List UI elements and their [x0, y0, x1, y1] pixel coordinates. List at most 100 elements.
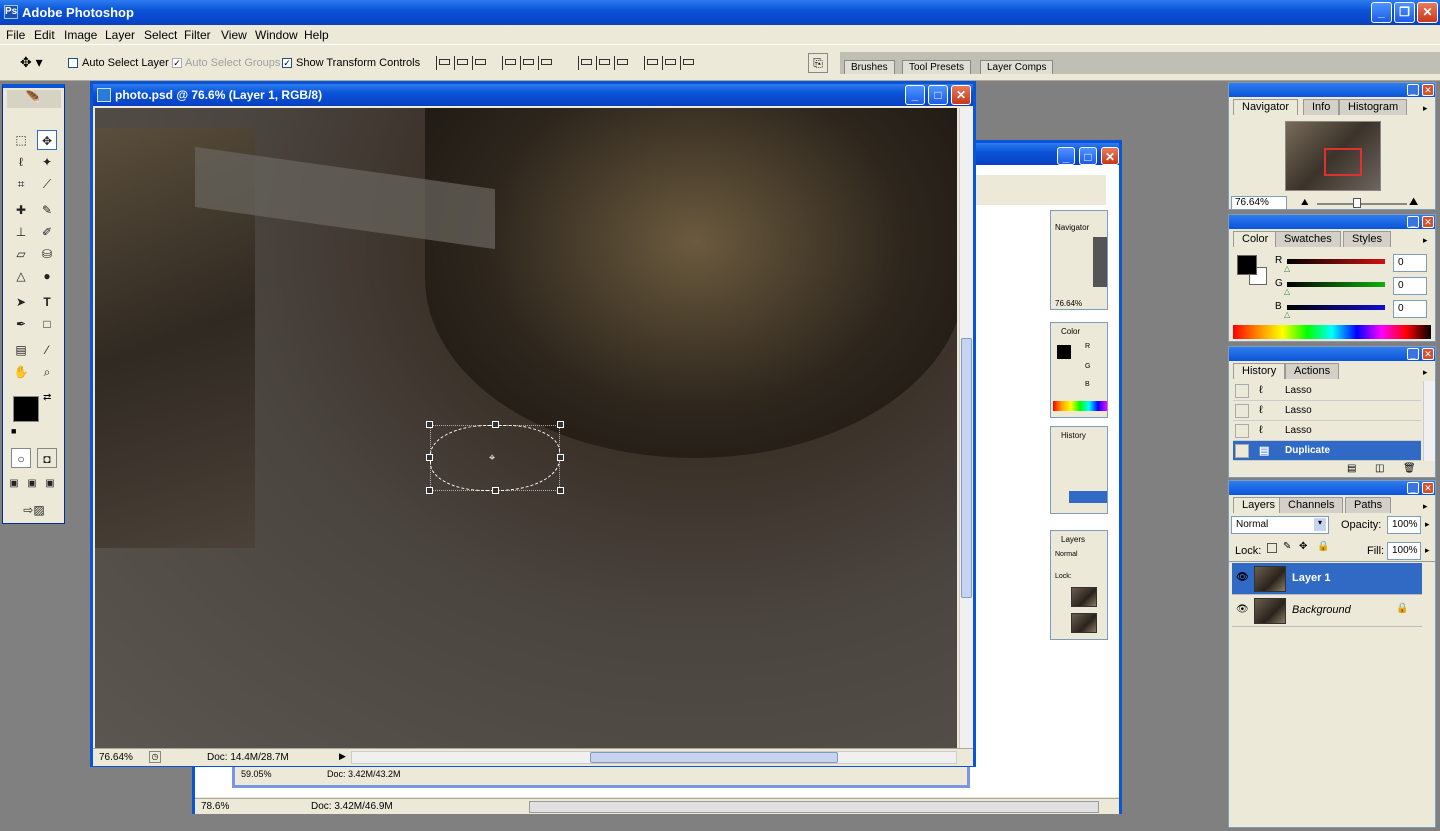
menu-layer[interactable]: Layer — [105, 28, 135, 42]
color-r-value-field[interactable]: 0 — [1393, 254, 1427, 272]
mini-background-thumbnail[interactable] — [1071, 613, 1097, 633]
blur-tool-icon[interactable]: △ — [11, 266, 31, 286]
navigator-zoom-slider-thumb[interactable] — [1353, 198, 1361, 208]
lock-paint-icon[interactable]: ✎ — [1283, 541, 1291, 552]
zoom-out-icon[interactable]: ⛰ — [1301, 197, 1309, 208]
clone-stamp-tool-icon[interactable]: ⊥ — [11, 222, 31, 242]
tab-channels[interactable]: Channels — [1279, 497, 1344, 513]
jump-to-imageready-icon[interactable]: ⇨▨ — [11, 500, 57, 520]
quick-mask-mode-icon[interactable]: ◘ — [37, 448, 57, 468]
layers-minimize-button[interactable]: _ — [1407, 482, 1419, 494]
history-item[interactable]: ℓ Lasso — [1233, 401, 1421, 421]
crop-tool-icon[interactable]: ⌗ — [11, 174, 31, 194]
color-r-slider-thumb[interactable]: △ — [1284, 264, 1290, 273]
lock-position-icon[interactable]: ✥ — [1299, 541, 1307, 552]
history-source-checkbox[interactable] — [1235, 424, 1249, 438]
layer-name[interactable]: Layer 1 — [1292, 572, 1331, 584]
lock-transparency-icon[interactable] — [1267, 543, 1277, 553]
restore-button[interactable]: ❐ — [1394, 2, 1415, 23]
color-g-value-field[interactable]: 0 — [1393, 277, 1427, 295]
rectangle-tool-icon[interactable]: □ — [37, 314, 57, 334]
transform-handle-bottom[interactable] — [492, 487, 499, 494]
history-source-checkbox[interactable] — [1235, 384, 1249, 398]
distribute-left-icon[interactable] — [644, 56, 658, 70]
color-foreground-swatch[interactable] — [1237, 255, 1257, 275]
close-button[interactable]: ✕ — [1417, 2, 1438, 23]
document-maximize-button[interactable]: □ — [928, 85, 948, 105]
layers-close-button[interactable]: ✕ — [1422, 482, 1434, 494]
history-source-checkbox[interactable] — [1235, 404, 1249, 418]
align-top-icon[interactable] — [436, 56, 450, 70]
brush-tool-icon[interactable]: ✎ — [37, 200, 57, 220]
navigator-view-box[interactable] — [1324, 148, 1362, 176]
status-menu-arrow-icon[interactable]: ▶ — [339, 751, 346, 762]
layer-thumbnail[interactable] — [1254, 566, 1286, 592]
document-close-button[interactable]: ✕ — [951, 85, 971, 105]
well-tab-tool-presets[interactable]: Tool Presets — [902, 60, 972, 74]
new-snapshot-icon[interactable]: ◫ — [1375, 463, 1384, 474]
color-r-slider[interactable] — [1287, 259, 1385, 264]
auto-select-groups-checkbox[interactable]: ✓ — [172, 58, 182, 68]
horizontal-scroll-thumb[interactable] — [590, 752, 838, 763]
mini-navigator-tab[interactable]: Navigator — [1055, 223, 1089, 232]
layer-thumbnail[interactable] — [1254, 598, 1286, 624]
menu-select[interactable]: Select — [144, 28, 177, 42]
hand-tool-icon[interactable]: ✋ — [11, 362, 31, 382]
paint-bucket-tool-icon[interactable]: ⛁ — [37, 244, 57, 264]
history-source-checkbox[interactable] — [1235, 444, 1249, 458]
history-close-button[interactable]: ✕ — [1422, 348, 1434, 360]
mini-history-tab[interactable]: History — [1061, 431, 1086, 440]
history-trash-icon[interactable]: 🗑 — [1403, 463, 1416, 474]
tab-swatches[interactable]: Swatches — [1275, 231, 1341, 247]
tab-layers[interactable]: Layers — [1233, 497, 1285, 513]
navigator-thumbnail[interactable] — [1285, 121, 1381, 191]
transform-handle-top-left[interactable] — [426, 421, 433, 428]
photo-canvas[interactable]: ⌖ — [95, 108, 957, 748]
tab-actions[interactable]: Actions — [1285, 363, 1340, 379]
transform-center-icon[interactable]: ⌖ — [489, 452, 495, 465]
transform-handle-top[interactable] — [492, 421, 499, 428]
color-g-slider-thumb[interactable]: △ — [1284, 287, 1290, 296]
fill-arrow-icon[interactable]: ▸ — [1425, 545, 1430, 556]
feather-logo-icon[interactable]: 🪶 — [7, 90, 61, 108]
menu-image[interactable]: Image — [64, 28, 97, 42]
blend-mode-dropdown-icon[interactable]: ▾ — [1314, 518, 1326, 531]
layer-name[interactable]: Background — [1292, 604, 1351, 616]
well-tab-layer-comps[interactable]: Layer Comps — [980, 60, 1054, 74]
navigator-zoom-slider[interactable] — [1317, 198, 1407, 208]
menu-filter[interactable]: Filter — [184, 28, 211, 42]
status-icon[interactable]: ◷ — [149, 751, 161, 763]
mini-layer-1-thumbnail[interactable] — [1071, 587, 1097, 607]
transform-handle-bottom-left[interactable] — [426, 487, 433, 494]
mini-color-ramp[interactable] — [1053, 401, 1107, 411]
mini-history-selected-row[interactable] — [1069, 491, 1107, 503]
standard-mode-icon[interactable]: ○ — [11, 448, 31, 468]
history-item[interactable]: ▤ Duplicate — [1233, 441, 1421, 461]
back-doc-2-close-button[interactable]: ✕ — [1101, 147, 1119, 165]
color-close-button[interactable]: ✕ — [1422, 216, 1434, 228]
color-b-slider[interactable] — [1287, 305, 1385, 310]
back-doc-2-maximize-button[interactable]: □ — [1079, 147, 1097, 165]
mini-color-tab[interactable]: Color — [1061, 327, 1080, 336]
menu-help[interactable]: Help — [304, 28, 329, 42]
dodge-tool-icon[interactable]: ● — [37, 266, 57, 286]
auto-select-layer-checkbox[interactable] — [68, 58, 78, 68]
tab-paths[interactable]: Paths — [1345, 497, 1392, 513]
history-brush-tool-icon[interactable]: ✐ — [37, 222, 57, 242]
zoom-in-icon[interactable]: ⛰ — [1409, 196, 1418, 209]
palette-well-toggle-icon[interactable]: ⎘ — [808, 53, 828, 73]
history-item[interactable]: ℓ Lasso — [1233, 421, 1421, 441]
document-zoom-level[interactable]: 76.64% — [99, 752, 133, 763]
distribute-top-icon[interactable] — [578, 56, 592, 70]
screen-mode-full-menu-icon[interactable]: ▣ — [25, 474, 39, 494]
history-scrollbar[interactable] — [1423, 381, 1435, 461]
align-right-icon[interactable] — [538, 56, 552, 70]
marquee-tool-icon[interactable]: ⬚ — [11, 130, 31, 150]
color-b-value-field[interactable]: 0 — [1393, 300, 1427, 318]
transform-handle-left[interactable] — [426, 454, 433, 461]
layer-row[interactable]: 👁 Background 🔒 — [1232, 595, 1422, 627]
notes-tool-icon[interactable]: ▤ — [11, 340, 31, 360]
align-left-icon[interactable] — [502, 56, 516, 70]
fill-field[interactable]: 100% — [1387, 542, 1421, 560]
default-colors-icon[interactable]: ■ — [11, 426, 16, 436]
